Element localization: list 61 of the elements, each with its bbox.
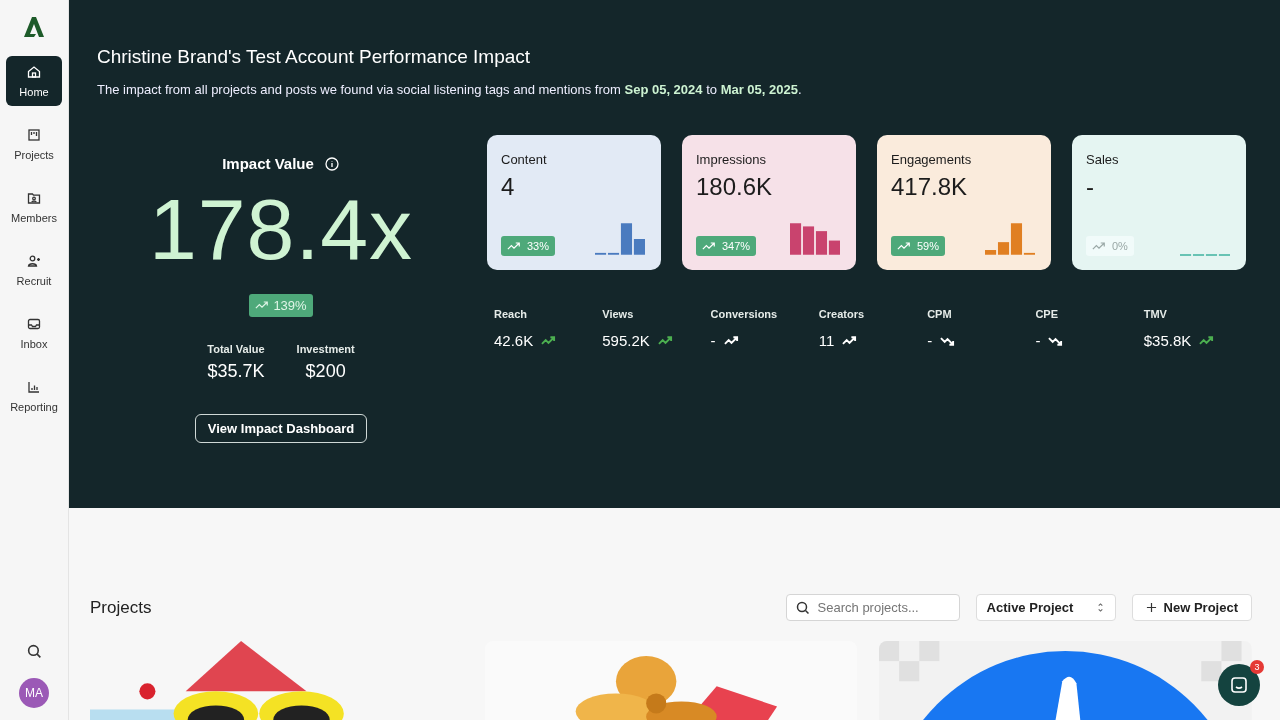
stat-value: $200 <box>305 361 346 382</box>
card-label: Sales <box>1086 152 1120 167</box>
metric-value: - <box>927 332 933 349</box>
search-field[interactable]: Search projects... <box>785 594 960 621</box>
metric-value: - <box>1035 332 1041 349</box>
card-label: Engagements <box>891 152 973 167</box>
folder-icon[interactable] <box>26 190 42 206</box>
metric-label: Views <box>602 308 635 320</box>
new-project-button[interactable]: New Project <box>1131 594 1252 621</box>
card-label: Impressions <box>696 152 768 167</box>
add-user-icon[interactable] <box>26 253 42 269</box>
nav-item[interactable]: Projects <box>6 119 62 169</box>
card-value: 180.6K <box>696 173 774 201</box>
change-badge: 0% <box>1086 236 1134 256</box>
change-badge: 347% <box>696 236 757 256</box>
view-dashboard-button[interactable]: View Impact Dashboard <box>194 414 368 443</box>
metric-label: CPE <box>1035 308 1060 320</box>
page-title: Christine Brand's Test Account Performance Impact <box>97 46 532 68</box>
date-range-description: The impact from all projects and posts we found via social listening tags and mentions from Sep 05, 2024 to Mar 05, 2025. <box>97 82 803 97</box>
card-value: 417.8K <box>891 173 969 201</box>
metric-value: 595.2K <box>602 332 650 349</box>
plus-icon <box>1145 602 1157 613</box>
chevron-updown-icon <box>1095 601 1105 614</box>
metric-label: TMV <box>1143 308 1168 320</box>
metric-label: CPM <box>927 308 953 320</box>
stat-label: Total Value <box>207 343 265 355</box>
search-icon[interactable] <box>25 643 43 660</box>
nav-item[interactable]: Home <box>6 56 62 106</box>
project-filter-select[interactable]: Active Project <box>975 594 1116 621</box>
nav-item[interactable]: Recruit <box>6 245 62 295</box>
metric-value: - <box>710 332 716 349</box>
info-icon[interactable] <box>323 155 340 172</box>
notification-badge: 3 <box>1250 660 1264 674</box>
logo-icon[interactable] <box>22 14 46 40</box>
metric-value: $35.8K <box>1143 332 1192 349</box>
bar-chart-icon[interactable] <box>26 379 42 395</box>
impact-value: 178.4x <box>148 186 414 272</box>
search-icon <box>794 600 811 616</box>
board-icon[interactable] <box>26 127 42 143</box>
card-value: 4 <box>501 173 516 201</box>
metric-label: Creators <box>818 308 866 320</box>
avatar[interactable]: MA <box>19 678 49 708</box>
nav-item[interactable]: Inbox <box>6 308 62 358</box>
stat-label: Investment <box>296 343 355 355</box>
card-value: - <box>1086 173 1095 201</box>
metric-label: Reach <box>494 308 529 320</box>
metric-value: 42.6K <box>494 332 534 349</box>
change-badge: 139% <box>249 294 313 317</box>
inbox-icon[interactable] <box>26 316 42 332</box>
nav-item[interactable]: Members <box>6 182 62 232</box>
section-title: Projects <box>90 597 152 618</box>
nav-item[interactable]: Reporting <box>6 371 62 421</box>
chat-icon <box>1229 675 1249 695</box>
stat-value: $35.7K <box>207 361 265 382</box>
change-badge: 59% <box>891 236 946 256</box>
home-icon[interactable] <box>26 64 42 80</box>
card-label: Content <box>501 152 548 167</box>
impact-label: Impact Value <box>222 155 314 172</box>
change-badge: 33% <box>501 236 556 256</box>
metric-value: 11 <box>818 332 835 349</box>
metric-label: Conversions <box>710 308 779 320</box>
